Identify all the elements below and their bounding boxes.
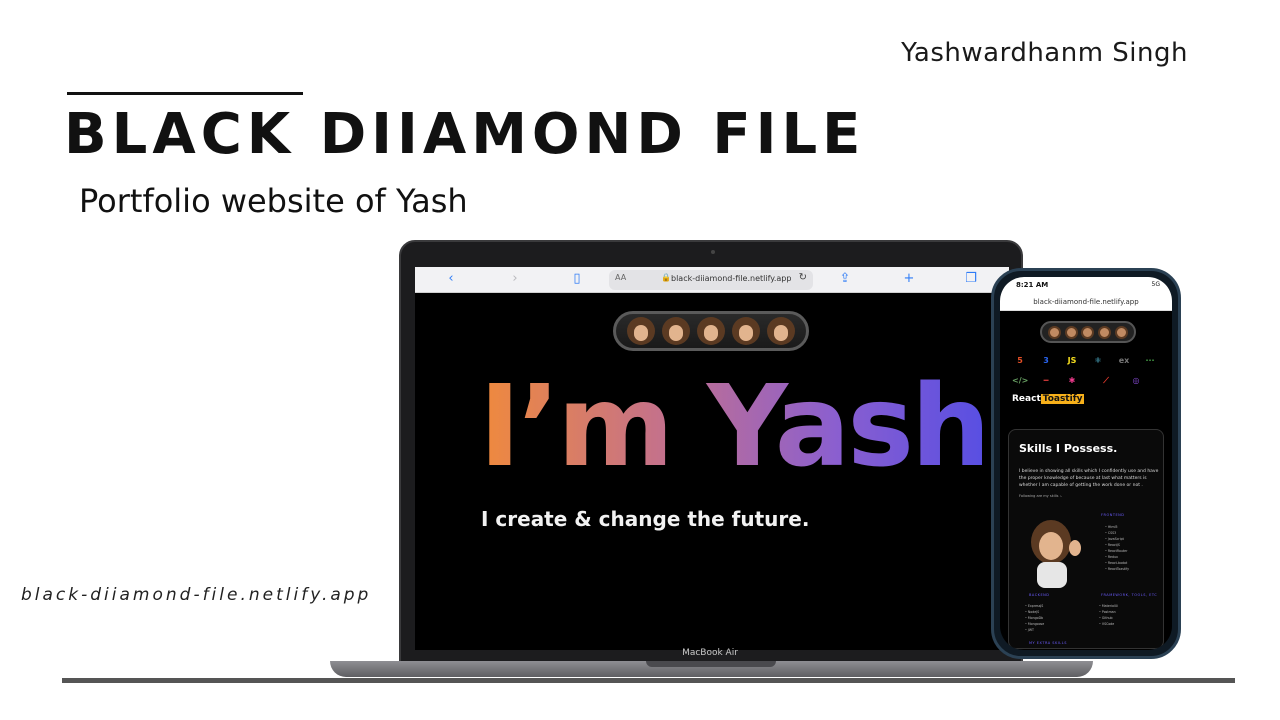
css3-icon: 3: [1043, 356, 1049, 365]
phone-screen: 8:21 AM 5G black-diiamond-file.netlify.a…: [1000, 277, 1172, 650]
browser-toolbar: ‹ › ▯ AA 🔒 black-diiamond-file.netlify.a…: [415, 267, 1009, 293]
laptop-base: [330, 661, 1093, 677]
bookmarks-icon[interactable]: ▯: [569, 271, 585, 287]
nodejs-icon: </>: [1012, 376, 1029, 385]
memoji-avatar-icon: [1047, 325, 1061, 339]
slide-title: BLACK DIIAMOND FILE: [64, 102, 866, 167]
framework-heading: FRAMEWORK, TOOLS, ETC: [1101, 593, 1158, 597]
memoji-avatar-icon: [731, 317, 760, 345]
memoji-bar: [613, 311, 809, 351]
slide: Yashwardhanm Singh BLACK DIIAMOND FILE P…: [0, 0, 1280, 720]
floor-line: [62, 678, 1235, 683]
framework-skill-item: VSCode: [1099, 621, 1118, 627]
skills-title: Skills I Possess.: [1019, 442, 1118, 455]
react-icon: ⚛: [1094, 356, 1102, 365]
react-toastify-part1: React: [1012, 394, 1041, 404]
skills-card: Skills I Possess. I believe in showing a…: [1008, 429, 1164, 649]
frontend-skill-item: ReactToastify: [1105, 566, 1129, 572]
lock-icon: 🔒: [661, 273, 671, 282]
memoji-laptop-icon: [1081, 325, 1095, 339]
hero-text: I’m Yash: [479, 362, 988, 492]
share-icon[interactable]: ⇪: [837, 271, 853, 287]
express-icon: ex: [1118, 356, 1130, 365]
memoji-avatar-icon: [627, 317, 656, 345]
framework-list: MaterialUiPostmanGithubVSCode: [1099, 603, 1118, 627]
backend-skill-item: JWT: [1025, 627, 1044, 633]
frontend-list: Html5CSS3JavaScriptReactJSReactRouterRed…: [1105, 524, 1129, 572]
new-tab-icon[interactable]: +: [901, 271, 917, 287]
memoji-idea-icon: [1115, 325, 1129, 339]
reload-icon[interactable]: ↻: [799, 272, 807, 283]
tabs-icon[interactable]: ❐: [963, 271, 979, 287]
memoji-avatar-icon: [1064, 325, 1078, 339]
camera-dot: [711, 250, 715, 254]
memoji-laptop-icon: [696, 317, 725, 345]
phone-memoji-bar: [1040, 321, 1136, 343]
phone-signal: 5G: [1151, 281, 1160, 288]
extra-skills-heading: MY EXTRA SKILLS: [1029, 641, 1067, 645]
phone-address-bar[interactable]: black-diiamond-file.netlify.app: [1000, 295, 1172, 311]
memoji-avatar-icon: [662, 317, 691, 345]
laptop-model-label: MacBook Air: [682, 648, 738, 658]
slide-subtitle: Portfolio website of Yash: [79, 182, 468, 220]
npm-icon: ━: [1043, 376, 1049, 385]
phone-address-text: black-diiamond-file.netlify.app: [1033, 298, 1139, 306]
hero-tagline: I create & change the future.: [481, 507, 810, 531]
javascript-icon: JS: [1067, 356, 1077, 365]
memoji-idea-icon: [766, 317, 795, 345]
title-rule: [67, 92, 303, 95]
laptop-screen: ‹ › ▯ AA 🔒 black-diiamond-file.netlify.a…: [415, 267, 1009, 650]
address-text: black-diiamond-file.netlify.app: [671, 274, 792, 283]
forward-icon[interactable]: ›: [507, 271, 523, 287]
hero-heading: I’m Yash.: [479, 362, 1009, 492]
address-bar[interactable]: AA 🔒 black-diiamond-file.netlify.app ↻: [609, 270, 813, 290]
memoji-avatar-icon: [1098, 325, 1112, 339]
mongodb-icon: ···: [1145, 356, 1155, 365]
back-icon[interactable]: ‹: [443, 271, 459, 287]
reader-aa-button[interactable]: AA: [615, 273, 626, 282]
backend-list: ExpressJSNodeJSMongoDbMongooseJWT: [1025, 603, 1044, 633]
frontend-heading: FRONTEND: [1101, 513, 1125, 517]
phone-mockup: 8:21 AM 5G black-diiamond-file.netlify.a…: [991, 268, 1181, 659]
skills-follow-text: Following are my skills :-: [1019, 494, 1063, 498]
react-toastify-logo: React Toastify: [1012, 394, 1085, 406]
phone-time: 8:21 AM: [1016, 281, 1049, 289]
author-name: Yashwardhanm Singh: [901, 38, 1188, 68]
graphql-icon: ◎: [1132, 376, 1140, 385]
skills-description: I believe in showing all skills which I …: [1019, 469, 1159, 488]
redux-icon: ✱: [1068, 376, 1076, 385]
memoji-waving-icon: [1031, 520, 1081, 588]
url-caption: black-diiamond-file.netlify.app: [21, 585, 372, 605]
backend-heading: BACKEND: [1029, 593, 1050, 597]
base-notch: [646, 661, 776, 667]
react-toastify-part2: Toastify: [1040, 394, 1085, 404]
laptop-mockup: ‹ › ▯ AA 🔒 black-diiamond-file.netlify.a…: [399, 240, 1023, 663]
html5-icon: 5: [1017, 356, 1023, 365]
phone-status-bar: 8:21 AM 5G: [1000, 277, 1172, 295]
git-icon: ⟋: [1103, 376, 1109, 385]
